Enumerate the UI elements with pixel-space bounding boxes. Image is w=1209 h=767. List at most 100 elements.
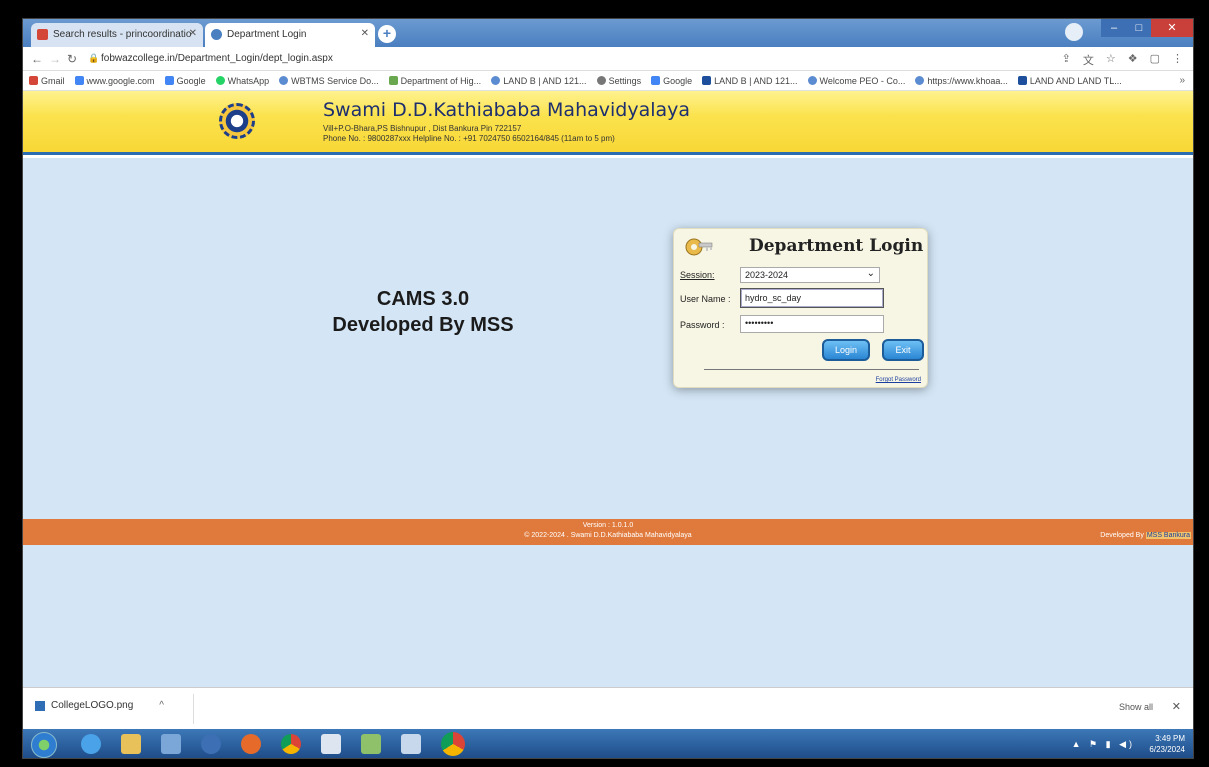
site-header: Swami D.D.Kathiababa Mahavidyalaya Vill+…	[23, 91, 1193, 155]
bookmark-item[interactable]: Google	[164, 76, 206, 86]
more-bookmarks-icon[interactable]: »	[1179, 75, 1185, 86]
password-label: Password :	[680, 320, 725, 330]
chrome-icon[interactable]	[281, 734, 301, 754]
share-icon[interactable]: ⇪	[1062, 52, 1071, 68]
chrome-icon[interactable]	[441, 732, 465, 756]
globe-icon	[1017, 76, 1027, 85]
exit-button[interactable]: Exit	[882, 339, 924, 361]
main-content: CAMS 3.0 Developed By MSS Department Log…	[23, 158, 1193, 519]
chevron-up-icon[interactable]: ^	[159, 700, 164, 711]
close-window-button[interactable]: ✕	[1151, 19, 1193, 37]
media-player-icon[interactable]	[201, 734, 221, 754]
folder-icon[interactable]	[121, 734, 141, 754]
new-tab-button[interactable]: +	[378, 25, 396, 43]
login-title: Department Login	[749, 236, 924, 256]
college-address: Vill+P.O-Bhara,PS Bishnupur , Dist Banku…	[323, 124, 522, 133]
bookmark-item[interactable]: LAND AND LAND TL...	[1017, 76, 1122, 86]
password-input[interactable]: •••••••••	[740, 315, 884, 333]
session-label: Session:	[680, 270, 715, 280]
address-bar: ← → ↻ 🔒 fobwazcollege.in/Department_Logi…	[23, 47, 1193, 71]
footer-version: Version : 1.0.1.0	[582, 522, 634, 529]
forgot-password-link[interactable]: Forgot Password	[876, 377, 921, 383]
bookmark-item[interactable]: Google	[651, 76, 692, 86]
tab-search-results[interactable]: Search results - princoordinatio ✕	[31, 23, 203, 47]
taskbar: ▲ ⚑ ▮ ◀) 3:49 PM 6/23/2024	[23, 729, 1193, 758]
start-button[interactable]	[31, 732, 57, 758]
clock[interactable]: 3:49 PM 6/23/2024	[1149, 733, 1185, 755]
bookmark-item[interactable]: LAND B | AND 121...	[702, 76, 798, 86]
globe-icon	[702, 76, 712, 85]
session-value: 2023-2024	[745, 270, 789, 280]
toolbar-icons: ⇪ 文 ☆ ❖ ▢ ⋮	[1062, 52, 1183, 68]
reload-icon[interactable]: ↻	[67, 52, 77, 66]
bookmark-item[interactable]: Settings	[596, 76, 641, 86]
tab-bar: Search results - princoordinatio ✕ Depar…	[23, 19, 1193, 47]
close-icon[interactable]: ✕	[189, 28, 197, 39]
google-icon	[74, 76, 84, 85]
cams-developer: Developed By MSS	[332, 314, 514, 336]
sidepanel-icon[interactable]: ▢	[1150, 52, 1160, 68]
bookmark-item[interactable]: Gmail	[29, 76, 65, 86]
maximize-button[interactable]: □	[1127, 19, 1151, 37]
tab-department-login[interactable]: Department Login ✕	[205, 23, 375, 47]
chevron-down-icon: ⌄	[866, 268, 875, 279]
page-background	[23, 545, 1193, 687]
bookmarks-bar: Gmail www.google.com Google WhatsApp WBT…	[23, 71, 1193, 91]
google-icon	[651, 76, 661, 85]
download-filename: CollegeLOGO.png	[51, 700, 134, 711]
clock-date: 6/23/2024	[1149, 745, 1185, 754]
translate-icon[interactable]: 文	[1083, 52, 1094, 68]
extensions-icon[interactable]: ❖	[1128, 52, 1138, 68]
show-all-button[interactable]: Show all	[1119, 702, 1153, 712]
internet-explorer-icon[interactable]	[81, 734, 101, 754]
image-file-icon	[35, 700, 45, 711]
gmail-icon	[37, 29, 48, 40]
photos-icon[interactable]	[401, 734, 421, 754]
whatsapp-icon	[215, 76, 225, 85]
url-field[interactable]: 🔒 fobwazcollege.in/Department_Login/dept…	[85, 50, 985, 68]
clock-time: 3:49 PM	[1155, 734, 1185, 743]
bookmark-item[interactable]: LAND B | AND 121...	[491, 76, 587, 86]
globe-icon	[915, 76, 925, 85]
download-bar: CollegeLOGO.png ^ Show all ✕	[23, 687, 1193, 729]
forward-icon[interactable]: →	[49, 52, 61, 66]
tab-label: Search results - princoordinatio	[53, 29, 192, 40]
url-text: fobwazcollege.in/Department_Login/dept_l…	[101, 53, 333, 64]
minimize-button[interactable]: –	[1101, 19, 1127, 37]
college-phone: Phone No. : 9800287xxx Helpline No. : +9…	[323, 134, 615, 143]
close-icon[interactable]: ✕	[1172, 700, 1181, 713]
divider	[193, 694, 194, 724]
firefox-icon[interactable]	[241, 734, 261, 754]
paint-icon[interactable]	[361, 734, 381, 754]
gmail-icon	[29, 76, 38, 85]
profile-icon[interactable]	[1065, 23, 1083, 41]
download-item[interactable]: CollegeLOGO.png ^	[35, 700, 164, 711]
bookmark-item[interactable]: www.google.com	[74, 76, 155, 86]
login-button[interactable]: Login	[822, 339, 870, 361]
calculator-icon[interactable]	[321, 734, 341, 754]
footer-developer: Developed By MSS Bankura	[1100, 532, 1191, 539]
password-value: •••••••••	[745, 318, 774, 328]
screen: Search results - princoordinatio ✕ Depar…	[22, 18, 1194, 759]
bookmark-item[interactable]: WBTMS Service Do...	[279, 76, 379, 86]
menu-icon[interactable]: ⋮	[1172, 52, 1183, 68]
divider	[704, 369, 919, 370]
developer-link[interactable]: MSS Bankura	[1145, 532, 1191, 539]
username-input[interactable]: hydro_sc_day	[740, 288, 884, 308]
session-select[interactable]: 2023-2024 ⌄	[740, 267, 880, 283]
star-icon[interactable]: ☆	[1106, 52, 1116, 68]
bookmark-item[interactable]: WhatsApp	[215, 76, 269, 86]
developed-by-label: Developed By	[1100, 532, 1144, 539]
globe-icon	[491, 76, 501, 85]
app-icon[interactable]	[161, 734, 181, 754]
back-icon[interactable]: ←	[31, 52, 43, 66]
bookmark-item[interactable]: Department of Hig...	[388, 76, 481, 86]
college-name: Swami D.D.Kathiababa Mahavidyalaya	[323, 99, 691, 121]
google-icon	[164, 76, 174, 85]
footer-copyright: © 2022-2024 . Swami D.D.Kathiababa Mahav…	[524, 532, 692, 539]
username-value: hydro_sc_day	[745, 293, 802, 303]
system-tray-icons[interactable]: ▲ ⚑ ▮ ◀)	[1072, 739, 1135, 750]
bookmark-item[interactable]: Welcome PEO - Co...	[807, 76, 905, 86]
close-icon[interactable]: ✕	[361, 28, 369, 39]
bookmark-item[interactable]: https://www.khoaa...	[915, 76, 1008, 86]
